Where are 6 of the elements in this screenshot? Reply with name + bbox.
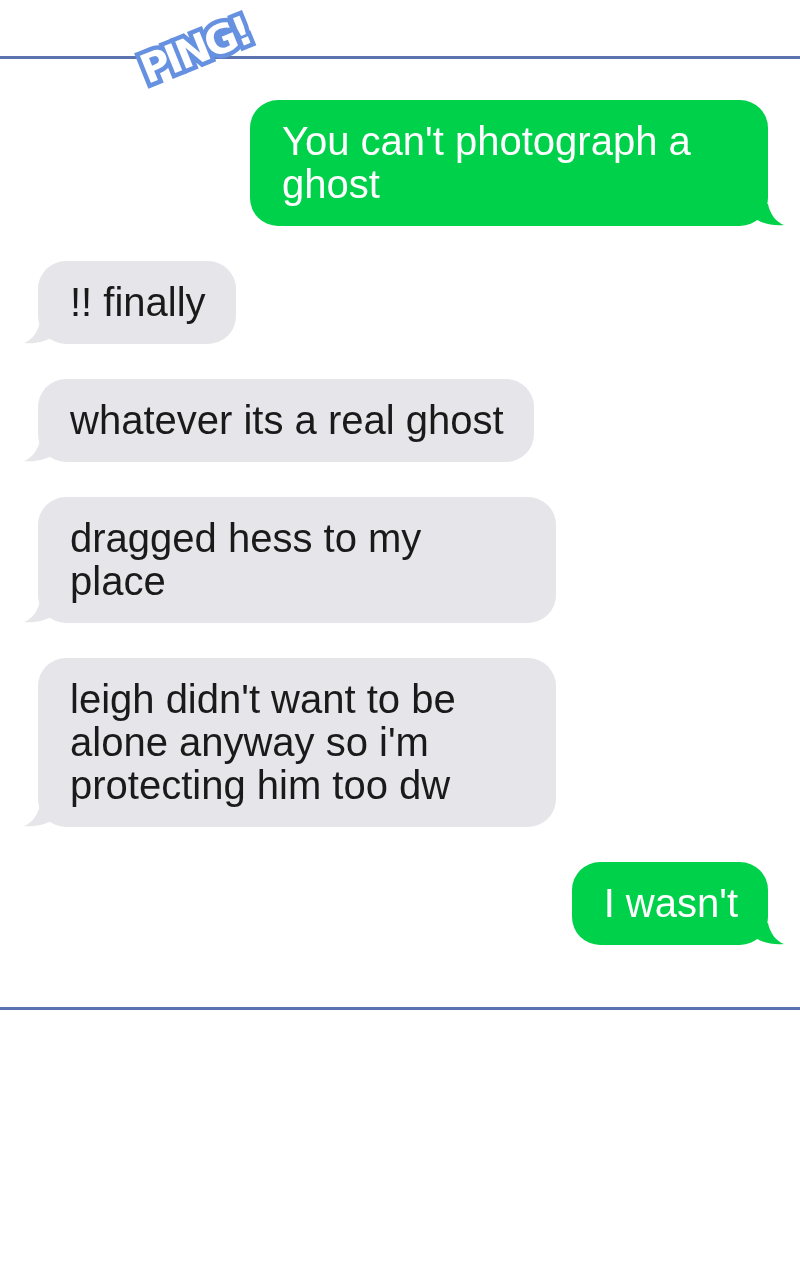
received-message: whatever its a real ghost	[38, 379, 534, 462]
sent-message: I wasn't	[571, 862, 768, 945]
received-message: dragged hess to my place	[38, 497, 556, 623]
received-message: !! finally	[38, 261, 236, 344]
sent-message: You can't photograph a ghost	[250, 100, 768, 226]
received-message: leigh didn't want to be alone anyway so i'm protecting him too dw	[38, 658, 556, 827]
